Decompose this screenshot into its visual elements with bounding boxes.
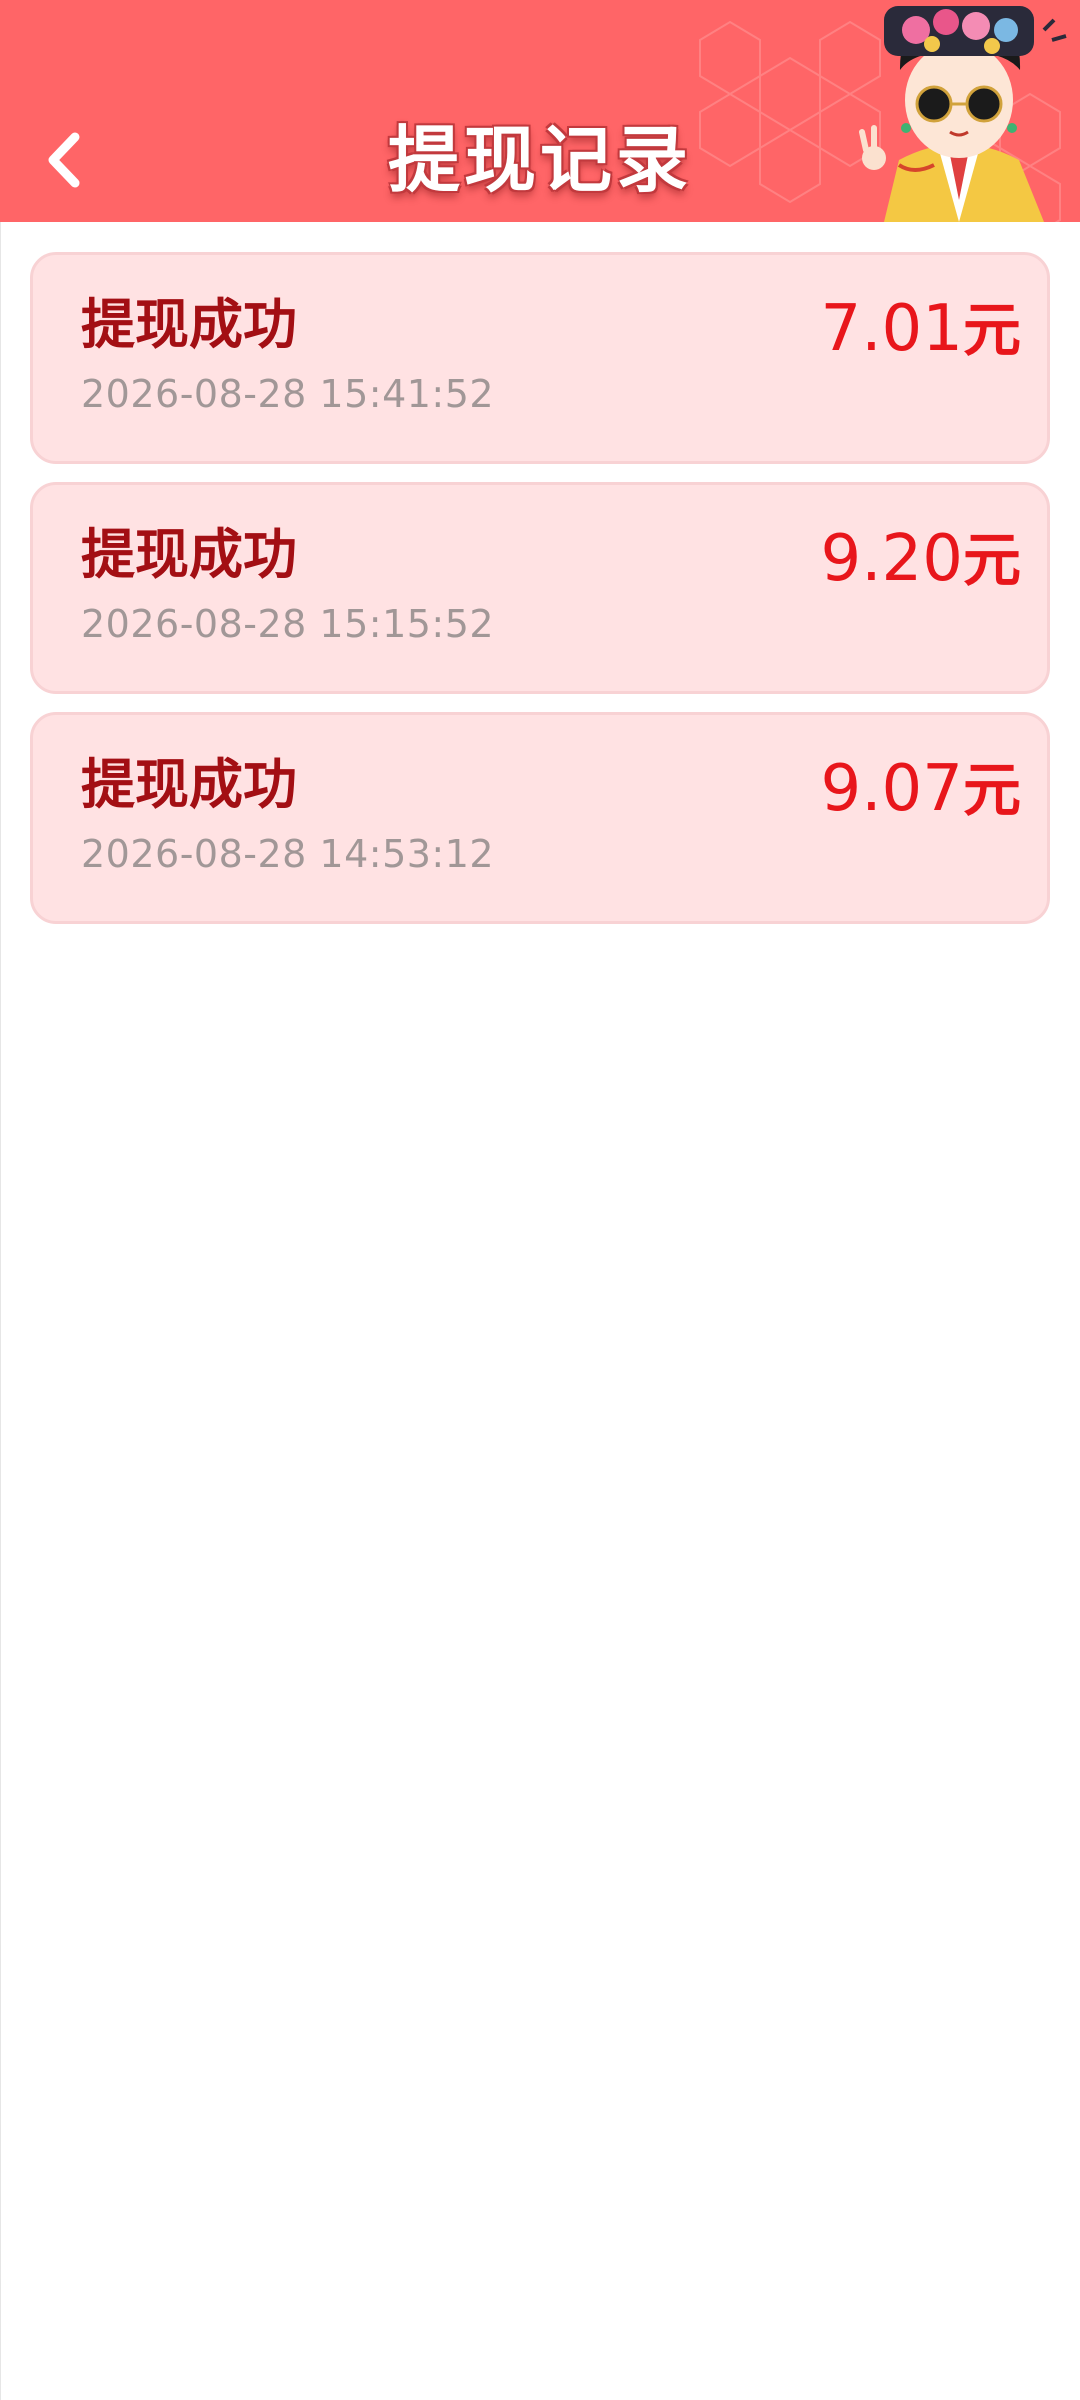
record-time: 2026-08-28 15:41:52 (81, 372, 495, 416)
header-bar: 提现记录 (0, 0, 1080, 222)
left-edge-divider (0, 222, 1, 2400)
amount-value: 9.07 (820, 752, 963, 826)
amount-unit: 元 (962, 526, 1021, 594)
record-status: 提现成功 (81, 753, 297, 816)
amount-value: 9.20 (820, 522, 963, 596)
amount-unit: 元 (962, 756, 1021, 824)
record-status: 提现成功 (81, 293, 297, 356)
amount-value: 7.01 (820, 292, 963, 366)
list-item[interactable]: 提现成功 2026-08-28 15:41:52 7.01 元 (30, 252, 1050, 464)
record-time: 2026-08-28 15:15:52 (81, 602, 495, 646)
list-item[interactable]: 提现成功 2026-08-28 15:15:52 9.20 元 (30, 482, 1050, 694)
record-amount: 9.07 元 (820, 751, 1021, 828)
record-amount: 7.01 元 (820, 291, 1021, 368)
list-item[interactable]: 提现成功 2026-08-28 14:53:12 9.07 元 (30, 712, 1050, 924)
record-status: 提现成功 (81, 523, 297, 586)
amount-unit: 元 (962, 296, 1021, 364)
record-time: 2026-08-28 14:53:12 (81, 832, 495, 876)
mascot-image (859, 6, 1067, 222)
record-amount: 9.20 元 (820, 521, 1021, 598)
withdrawal-record-list: 提现成功 2026-08-28 15:41:52 7.01 元 提现成功 202… (30, 252, 1050, 942)
